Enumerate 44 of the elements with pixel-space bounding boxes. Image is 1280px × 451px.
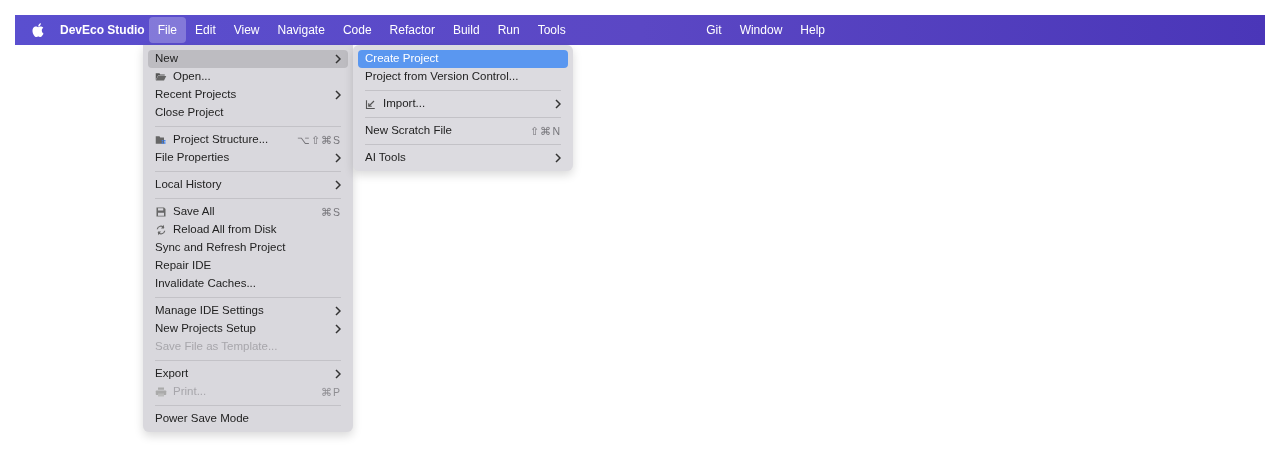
menu-item[interactable]: Recent Projects	[148, 86, 348, 104]
menu-bar-item[interactable]: Window	[730, 17, 792, 43]
menu-item[interactable]: New Projects Setup	[148, 320, 348, 338]
menu-item[interactable]: Import...	[358, 95, 568, 113]
menu-item[interactable]: Export	[148, 365, 348, 383]
menu-item[interactable]: Reload All from Disk	[148, 221, 348, 239]
menu-bar-item[interactable]: Tools	[528, 17, 575, 43]
menu-item[interactable]: Manage IDE Settings	[148, 302, 348, 320]
menu-item[interactable]: Sync and Refresh Project	[148, 239, 348, 257]
menu-bar-item[interactable]: Git	[697, 17, 731, 43]
menu-bar-item[interactable]: View	[224, 17, 269, 43]
app-name[interactable]: DevEco Studio	[60, 21, 145, 39]
menu-item[interactable]: Project Structure... ⌥⇧⌘S	[148, 131, 348, 149]
menu-bar-item[interactable]: Help	[791, 17, 834, 43]
menu-bar-item[interactable]: Refactor	[380, 17, 444, 43]
menu-bar-item[interactable]: Build	[443, 17, 489, 43]
menu-item[interactable]: New Scratch File ⇧⌘N	[358, 122, 568, 140]
menu-bar-item[interactable]: File	[148, 17, 187, 43]
menu-item[interactable]: Project from Version Control...	[358, 68, 568, 86]
menu-item[interactable]: AI Tools	[358, 149, 568, 167]
menu-item[interactable]: File Properties	[148, 149, 348, 167]
shortcut-label: ⌘S	[321, 206, 341, 218]
shortcut-label: ⇧⌘N	[530, 125, 561, 137]
apple-logo-icon[interactable]	[32, 23, 44, 37]
save-icon	[155, 206, 167, 218]
import-icon	[365, 98, 377, 110]
menu-item[interactable]: New	[148, 50, 348, 68]
menu-bar-item[interactable]: Run	[488, 17, 529, 43]
menu-item[interactable]: Open...	[148, 68, 348, 86]
menu-item[interactable]: Save All ⌘S	[148, 203, 348, 221]
menu-item[interactable]: Local History	[148, 176, 348, 194]
menu-item[interactable]: Power Save Mode	[148, 410, 348, 428]
menu-bar-item[interactable]: Navigate	[268, 17, 334, 43]
structure-icon	[155, 134, 167, 146]
menu-item[interactable]: Invalidate Caches...	[148, 275, 348, 293]
menu-bar-item[interactable]: Code	[333, 17, 381, 43]
menu-item[interactable]: Repair IDE	[148, 257, 348, 275]
folder-icon	[155, 71, 167, 83]
shortcut-label: ⌘P	[321, 386, 341, 398]
menu-item[interactable]: Close Project	[148, 104, 348, 122]
menu-bar-item[interactable]: Edit	[186, 17, 225, 43]
print-icon	[155, 386, 167, 398]
reload-icon	[155, 224, 167, 236]
shortcut-label: ⌥⇧⌘S	[297, 134, 341, 146]
